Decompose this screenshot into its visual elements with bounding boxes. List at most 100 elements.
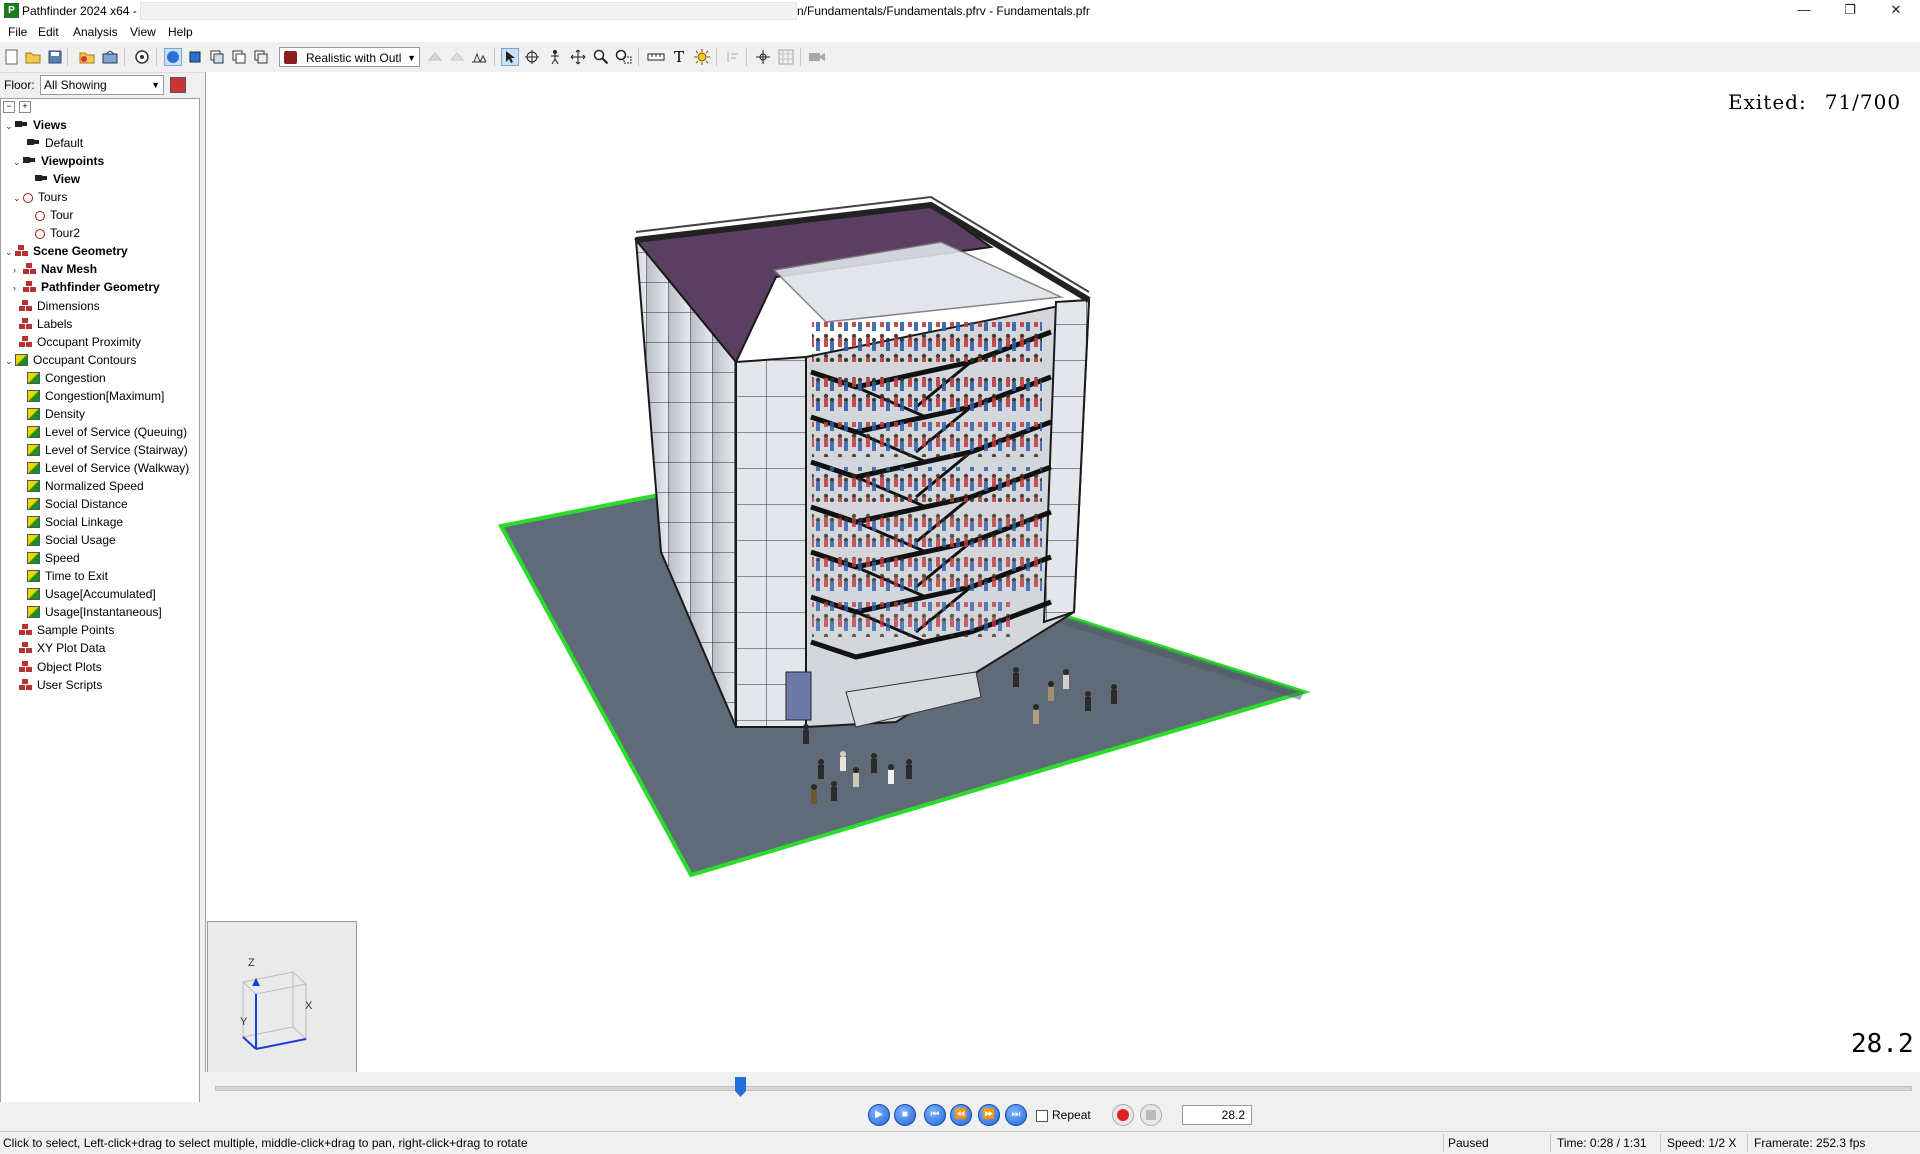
skip-to-start-button[interactable]: ⏮ xyxy=(924,1104,946,1126)
menu-edit[interactable]: Edit xyxy=(38,25,59,39)
tree-item-label: Viewpoints xyxy=(41,154,105,168)
menu-analysis[interactable]: Analysis xyxy=(73,25,118,39)
tree-item-sample-points[interactable]: Sample Points xyxy=(9,621,114,639)
status-hint: Click to select, Left-click+drag to sele… xyxy=(3,1136,528,1150)
chevron-down-icon[interactable]: ⌄ xyxy=(13,189,23,207)
open-results-icon[interactable] xyxy=(78,48,96,66)
tree-item-labels[interactable]: Labels xyxy=(9,315,72,333)
chevron-down-icon[interactable]: ⌄ xyxy=(13,153,23,171)
expand-all-icon[interactable]: + xyxy=(19,101,31,113)
tree-item-viewpoints[interactable]: ⌄ Viewpoints xyxy=(13,152,105,170)
record-button[interactable] xyxy=(1112,1104,1134,1126)
tree-item-occupant-contours[interactable]: ⌄ Occupant Contours xyxy=(5,351,136,369)
chevron-down-icon[interactable]: ⌄ xyxy=(5,243,15,261)
top-view-icon[interactable] xyxy=(208,48,226,66)
open-folder-icon[interactable] xyxy=(24,48,42,66)
measure-tool-icon[interactable] xyxy=(647,48,665,66)
tree-item-level-of-service-walkway[interactable]: Level of Service (Walkway) xyxy=(17,459,189,477)
walk-tool-icon[interactable] xyxy=(546,48,564,66)
time-input[interactable]: 28.2 xyxy=(1182,1105,1252,1125)
tree-item-views[interactable]: ⌄ Views xyxy=(5,116,67,134)
tree-item-social-linkage[interactable]: Social Linkage xyxy=(17,513,123,531)
chevron-down-icon[interactable]: ⌄ xyxy=(5,117,15,135)
tree-item-xy-plot-data[interactable]: XY Plot Data xyxy=(9,639,105,657)
floor-dropdown[interactable]: All Showing ▼ xyxy=(40,75,164,95)
tree-item-tours[interactable]: ⌄ Tours xyxy=(13,188,67,206)
tree-item-object-plots[interactable]: Object Plots xyxy=(9,658,102,676)
render-mode-dropdown[interactable]: Realistic with Outl ▼ xyxy=(279,47,420,67)
perspective-view-icon[interactable] xyxy=(164,48,182,66)
tree-item-dimensions[interactable]: Dimensions xyxy=(9,297,100,315)
save-icon[interactable] xyxy=(46,48,64,66)
menu-file[interactable]: File xyxy=(8,25,27,39)
tree-item-time-to-exit[interactable]: Time to Exit xyxy=(17,567,108,585)
ortho-view-icon[interactable] xyxy=(186,48,204,66)
tree-item-level-of-service-queuing[interactable]: Level of Service (Queuing) xyxy=(17,423,187,441)
side-view-icon[interactable] xyxy=(252,48,270,66)
menu-view[interactable]: View xyxy=(130,25,156,39)
zoom-tool-icon[interactable] xyxy=(592,48,610,66)
export-image-icon[interactable] xyxy=(101,48,119,66)
new-file-icon[interactable] xyxy=(3,48,21,66)
menu-help[interactable]: Help xyxy=(168,25,193,39)
tree-item-tour2[interactable]: Tour2 xyxy=(25,224,80,242)
contour-icon xyxy=(27,372,40,384)
maximize-button[interactable]: ❐ xyxy=(1827,0,1873,22)
orbit-tool-icon[interactable] xyxy=(523,48,541,66)
show-geometry-icon[interactable] xyxy=(426,48,444,66)
main-toolbar: Realistic with Outl ▼ T xyxy=(0,42,1920,73)
show-navmesh-icon[interactable] xyxy=(448,48,466,66)
camera-record-icon[interactable] xyxy=(808,48,826,66)
text-tool-icon[interactable]: T xyxy=(670,48,688,66)
front-view-icon[interactable] xyxy=(230,48,248,66)
step-forward-button[interactable]: ⏩ xyxy=(978,1104,1000,1126)
preferences-icon[interactable] xyxy=(133,48,151,66)
pan-tool-icon[interactable] xyxy=(569,48,587,66)
stop-button[interactable]: ■ xyxy=(894,1104,916,1126)
tree-item-usage-accumulated[interactable]: Usage[Accumulated] xyxy=(17,585,156,603)
tree-item-pathfinder-geometry[interactable]: › Pathfinder Geometry xyxy=(13,278,160,296)
crosshair-icon[interactable] xyxy=(754,48,772,66)
contour-icon xyxy=(27,462,40,474)
tree-item-normalized-speed[interactable]: Normalized Speed xyxy=(17,477,144,495)
tree-item-occupant-proximity[interactable]: Occupant Proximity xyxy=(9,333,141,351)
floor-bar: Floor: All Showing ▼ xyxy=(0,73,202,97)
chevron-right-icon[interactable]: › xyxy=(13,279,23,297)
tree-item-social-distance[interactable]: Social Distance xyxy=(17,495,128,513)
tree-item-usage-instantaneous[interactable]: Usage[Instantaneous] xyxy=(17,603,162,621)
tree-item-density[interactable]: Density xyxy=(17,405,85,423)
chevron-down-icon[interactable]: ⌄ xyxy=(5,352,15,370)
minimize-button[interactable]: — xyxy=(1781,0,1827,22)
step-back-button[interactable]: ⏪ xyxy=(950,1104,972,1126)
floor-options-icon[interactable] xyxy=(170,77,186,93)
timeline-track[interactable] xyxy=(215,1086,1912,1091)
play-button[interactable]: ▶ xyxy=(868,1104,890,1126)
tree-item-user-scripts[interactable]: User Scripts xyxy=(9,676,102,694)
show-occupants-icon[interactable] xyxy=(470,48,488,66)
timeline-thumb[interactable] xyxy=(735,1077,746,1097)
zoom-box-icon[interactable] xyxy=(615,48,633,66)
tree-item-congestion[interactable]: Congestion xyxy=(17,369,106,387)
tree-item-nav-mesh[interactable]: › Nav Mesh xyxy=(13,260,97,278)
grid-snap-icon[interactable] xyxy=(777,48,795,66)
tree-item-social-usage[interactable]: Social Usage xyxy=(17,531,116,549)
tree-item-default[interactable]: Default xyxy=(17,134,83,152)
current-time-readout: 28.2 xyxy=(1851,1029,1914,1059)
close-button[interactable]: ✕ xyxy=(1873,0,1919,22)
select-tool-icon[interactable] xyxy=(501,48,519,66)
tree-item-tour[interactable]: Tour xyxy=(25,206,73,224)
tree-item-congestion-maximum[interactable]: Congestion[Maximum] xyxy=(17,387,164,405)
skip-to-end-button[interactable]: ⏭ xyxy=(1005,1104,1027,1126)
3d-viewport[interactable]: Exited: 71/700 Z Y X 28.2 xyxy=(205,72,1920,1072)
collapse-all-icon[interactable]: − xyxy=(3,101,15,113)
chevron-right-icon[interactable]: › xyxy=(13,261,23,279)
tree-item-scene-geometry[interactable]: ⌄ Scene Geometry xyxy=(5,242,128,260)
tree-item-label: Speed xyxy=(45,551,80,565)
light-tool-icon[interactable] xyxy=(693,48,711,66)
tree-item-level-of-service-stairway[interactable]: Level of Service (Stairway) xyxy=(17,441,188,459)
tree-item-speed[interactable]: Speed xyxy=(17,549,80,567)
align-tool-icon[interactable] xyxy=(724,48,742,66)
repeat-checkbox[interactable] xyxy=(1036,1110,1048,1122)
stop-record-button[interactable] xyxy=(1140,1104,1162,1126)
tree-item-view[interactable]: View xyxy=(25,170,80,188)
